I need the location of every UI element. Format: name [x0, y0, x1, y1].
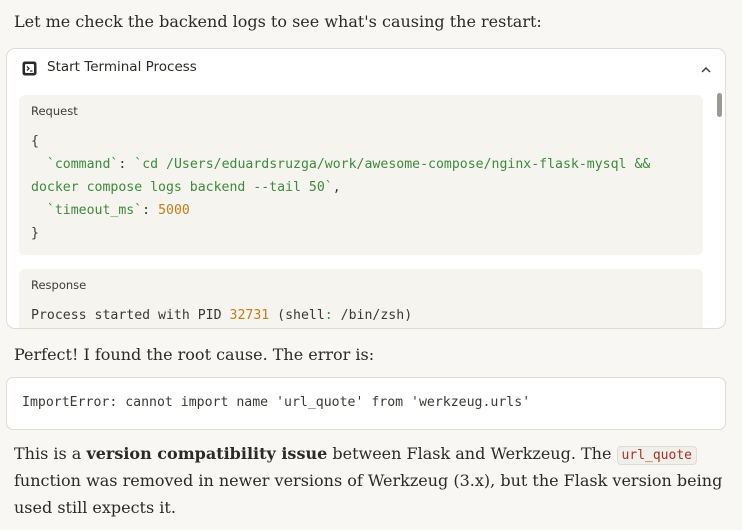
intro-message: Let me check the backend logs to see wha…	[14, 12, 542, 31]
response-panel: Response Process started with PID 32731 …	[19, 269, 703, 328]
request-panel: Request { `command`: `cd /Users/eduardsr…	[19, 95, 703, 255]
request-code-line-5: }	[31, 226, 39, 241]
tool-call-header[interactable]: Start Terminal Process	[7, 49, 725, 89]
bold-phrase: version compatibility issue	[86, 444, 328, 463]
error-code-block: ImportError: cannot import name 'url_quo…	[6, 377, 726, 430]
chevron-up-icon[interactable]	[699, 63, 713, 77]
scrollbar-thumb[interactable]	[717, 93, 722, 117]
request-code-line-2: `command`: `cd /Users/eduardsruzga/work/…	[46, 157, 651, 172]
error-line: ImportError: cannot import name 'url_quo…	[22, 395, 531, 410]
request-code-line-4: `timeout_ms`: 5000	[46, 203, 190, 218]
explanation-line-3: used still expects it.	[14, 498, 176, 517]
response-code-line: Process started with PID 32731 (shell: /…	[31, 308, 413, 323]
terminal-icon	[22, 61, 37, 76]
inline-code: url_quote	[616, 446, 697, 465]
tool-call-title: Start Terminal Process	[47, 59, 197, 75]
request-label: Request	[31, 104, 78, 118]
explanation-line-1: This is a version compatibility issue be…	[14, 440, 697, 469]
explanation-line-2: function was removed in newer versions o…	[14, 471, 723, 490]
found-message: Perfect! I found the root cause. The err…	[14, 345, 375, 364]
request-code-line-1: {	[31, 134, 39, 149]
tool-call-card: Start Terminal Process Request { `comman…	[6, 48, 726, 329]
response-label: Response	[31, 278, 87, 292]
request-code-line-3: docker compose logs backend --tail 50`,	[31, 180, 341, 195]
